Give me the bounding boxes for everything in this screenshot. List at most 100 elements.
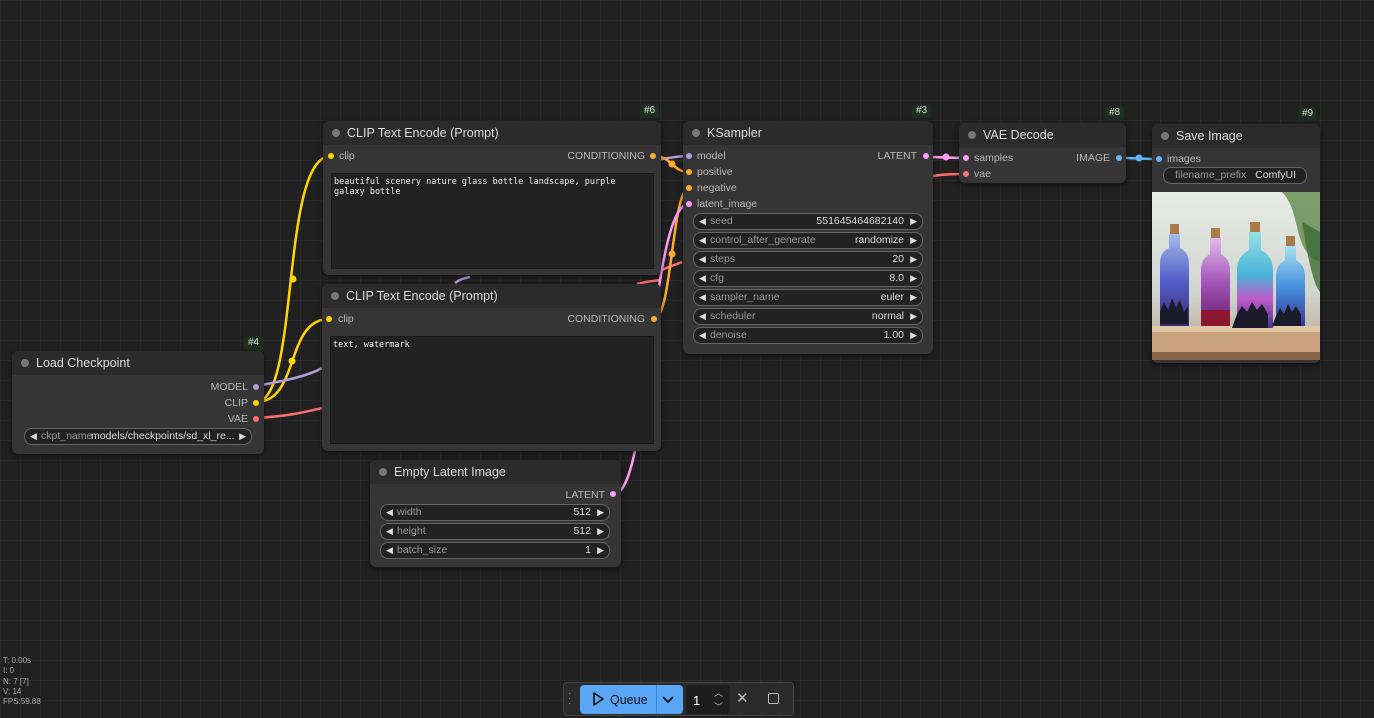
collapse-dot-icon[interactable] bbox=[21, 359, 29, 367]
increment-arrow-icon[interactable]: ▶ bbox=[910, 328, 917, 343]
widget-label: scheduler bbox=[710, 310, 756, 322]
steps-widget[interactable]: ◀ steps 20 ▶ bbox=[693, 251, 923, 268]
output-image-pin[interactable] bbox=[1116, 155, 1122, 161]
collapse-dot-icon[interactable] bbox=[692, 129, 700, 137]
increment-arrow-icon[interactable]: ▶ bbox=[910, 233, 917, 248]
output-conditioning-pin[interactable] bbox=[650, 153, 656, 159]
batch-size-widget[interactable]: ◀ batch_size 1 ▶ bbox=[380, 542, 610, 559]
input-negative-pin[interactable] bbox=[686, 185, 692, 191]
stat-iterations: I: 0 bbox=[3, 666, 15, 676]
collapse-dot-icon[interactable] bbox=[1161, 132, 1169, 140]
queue-button[interactable]: Queue bbox=[580, 685, 683, 714]
collapse-dot-icon[interactable] bbox=[968, 131, 976, 139]
empty-latent-image-node[interactable]: Empty Latent Image LATENT ◀ width 512 ▶ … bbox=[370, 460, 621, 567]
node-title[interactable]: Load Checkpoint bbox=[12, 351, 264, 375]
output-image-label: IMAGE bbox=[1076, 152, 1110, 164]
clip-text-encode-positive-node[interactable]: CLIP Text Encode (Prompt) clip CONDITION… bbox=[323, 121, 661, 275]
sampler-name-widget[interactable]: ◀ sampler_name euler ▶ bbox=[693, 289, 923, 306]
prompt-textarea[interactable]: text, watermark bbox=[330, 336, 654, 444]
node-title[interactable]: Empty Latent Image bbox=[370, 460, 621, 484]
widget-value: 512 bbox=[573, 506, 591, 518]
scheduler-widget[interactable]: ◀ scheduler normal ▶ bbox=[693, 308, 923, 325]
increment-arrow-icon[interactable]: ▶ bbox=[910, 290, 917, 305]
chevron-down-icon[interactable]: ﹀ bbox=[714, 700, 723, 713]
increment-arrow-icon[interactable]: ▶ bbox=[910, 252, 917, 267]
increment-arrow-icon[interactable]: ▶ bbox=[597, 524, 604, 539]
cancel-icon[interactable]: ✕ bbox=[736, 689, 749, 707]
input-images-pin[interactable] bbox=[1156, 156, 1162, 162]
increment-arrow-icon[interactable]: ▶ bbox=[910, 309, 917, 324]
denoise-widget[interactable]: ◀ denoise 1.00 ▶ bbox=[693, 327, 923, 344]
output-conditioning-label: CONDITIONING bbox=[567, 313, 645, 325]
node-title[interactable]: CLIP Text Encode (Prompt) bbox=[322, 284, 661, 308]
decrement-arrow-icon[interactable]: ◀ bbox=[386, 543, 393, 558]
play-icon bbox=[593, 692, 604, 706]
decrement-arrow-icon[interactable]: ◀ bbox=[699, 290, 706, 305]
node-title[interactable]: VAE Decode bbox=[959, 123, 1126, 147]
decrement-arrow-icon[interactable]: ◀ bbox=[386, 524, 393, 539]
chevron-down-icon[interactable] bbox=[660, 691, 676, 707]
widget-label: control_after_generate bbox=[710, 234, 816, 246]
stat-nodes: N: 7 [7] bbox=[3, 676, 29, 686]
decrement-arrow-icon[interactable]: ◀ bbox=[386, 505, 393, 520]
queue-button-label: Queue bbox=[610, 693, 648, 707]
vae-decode-node[interactable]: VAE Decode samples vae IMAGE bbox=[959, 123, 1126, 183]
collapse-dot-icon[interactable] bbox=[332, 129, 340, 137]
output-vae-pin[interactable] bbox=[253, 416, 259, 422]
increment-arrow-icon[interactable]: ▶ bbox=[597, 505, 604, 520]
node-title[interactable]: Save Image bbox=[1152, 124, 1320, 148]
widget-label: seed bbox=[710, 215, 733, 227]
decrement-arrow-icon[interactable]: ◀ bbox=[30, 429, 37, 444]
widget-label: width bbox=[397, 506, 422, 518]
decrement-arrow-icon[interactable]: ◀ bbox=[699, 233, 706, 248]
output-model-label: MODEL bbox=[210, 381, 248, 393]
collapse-dot-icon[interactable] bbox=[331, 292, 339, 300]
input-model-pin[interactable] bbox=[686, 153, 692, 159]
decrement-arrow-icon[interactable]: ◀ bbox=[699, 252, 706, 267]
increment-arrow-icon[interactable]: ▶ bbox=[910, 214, 917, 229]
decrement-arrow-icon[interactable]: ◀ bbox=[699, 309, 706, 324]
output-latent-pin[interactable] bbox=[610, 491, 616, 497]
decrement-arrow-icon[interactable]: ◀ bbox=[699, 271, 706, 286]
input-clip-pin[interactable] bbox=[326, 316, 332, 322]
seed-widget[interactable]: ◀ seed 551645464682140 ▶ bbox=[693, 213, 923, 230]
increment-arrow-icon[interactable]: ▶ bbox=[239, 429, 246, 444]
increment-arrow-icon[interactable]: ▶ bbox=[597, 543, 604, 558]
input-latent-image-pin[interactable] bbox=[686, 201, 692, 207]
decrement-arrow-icon[interactable]: ◀ bbox=[699, 214, 706, 229]
batch-count-input[interactable]: 1 ︿ ﹀ bbox=[686, 685, 730, 714]
save-image-node[interactable]: Save Image images filename_prefix ComfyU… bbox=[1152, 124, 1320, 363]
chevron-up-icon[interactable]: ︿ bbox=[714, 686, 723, 699]
prompt-textarea[interactable]: beautiful scenery nature glass bottle la… bbox=[331, 173, 654, 269]
output-latent-pin[interactable] bbox=[923, 153, 929, 159]
input-clip-pin[interactable] bbox=[328, 153, 334, 159]
input-samples-pin[interactable] bbox=[963, 155, 969, 161]
width-widget[interactable]: ◀ width 512 ▶ bbox=[380, 504, 610, 521]
input-positive-pin[interactable] bbox=[686, 169, 692, 175]
height-widget[interactable]: ◀ height 512 ▶ bbox=[380, 523, 610, 540]
render-stats: T: 0.00s I: 0 N: 7 [7] V: 14 FPS:59.88 bbox=[3, 656, 41, 707]
output-image-preview[interactable] bbox=[1152, 192, 1320, 360]
node-title[interactable]: CLIP Text Encode (Prompt) bbox=[323, 121, 661, 145]
node-id-badge: #8 bbox=[1105, 106, 1125, 120]
ckpt-name-widget[interactable]: ◀ ckpt_name models/checkpoints/sd_xl_re.… bbox=[24, 428, 252, 445]
control-after-generate-widget[interactable]: ◀ control_after_generate randomize ▶ bbox=[693, 232, 923, 249]
link-model bbox=[255, 366, 323, 388]
node-title[interactable]: KSampler bbox=[683, 121, 933, 145]
load-checkpoint-node[interactable]: Load Checkpoint MODEL CLIP VAE ◀ ckpt_na… bbox=[12, 351, 264, 454]
output-model-pin[interactable] bbox=[253, 384, 259, 390]
output-clip-pin[interactable] bbox=[253, 400, 259, 406]
cfg-widget[interactable]: ◀ cfg 8.0 ▶ bbox=[693, 270, 923, 287]
widget-value: 8.0 bbox=[889, 272, 904, 284]
widget-value: 551645464682140 bbox=[816, 215, 904, 227]
drag-handle-icon[interactable]: · · · bbox=[568, 689, 572, 709]
input-vae-pin[interactable] bbox=[963, 171, 969, 177]
increment-arrow-icon[interactable]: ▶ bbox=[910, 271, 917, 286]
output-conditioning-pin[interactable] bbox=[651, 316, 657, 322]
clip-text-encode-negative-node[interactable]: CLIP Text Encode (Prompt) clip CONDITION… bbox=[322, 284, 661, 451]
decrement-arrow-icon[interactable]: ◀ bbox=[699, 328, 706, 343]
filename-prefix-widget[interactable]: filename_prefix ComfyUI bbox=[1163, 167, 1307, 184]
ksampler-node[interactable]: KSampler model positive negative latent_… bbox=[683, 121, 933, 354]
stop-icon[interactable] bbox=[768, 693, 779, 704]
collapse-dot-icon[interactable] bbox=[379, 468, 387, 476]
